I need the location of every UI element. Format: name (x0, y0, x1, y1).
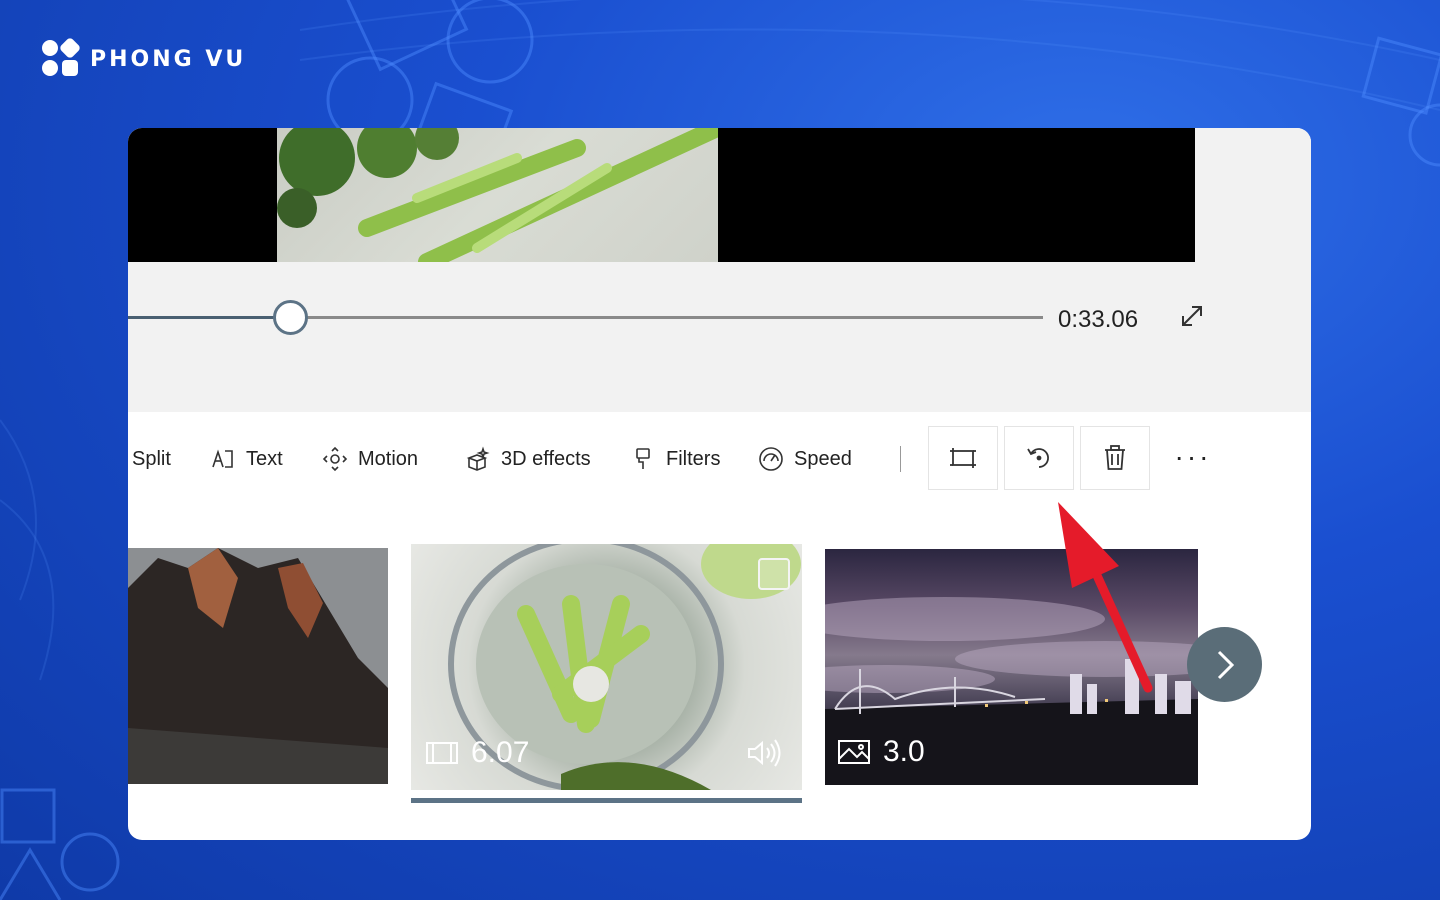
brand-name: PHONG VU (90, 46, 247, 72)
crop-icon (950, 448, 976, 468)
clip-select-checkbox[interactable] (758, 558, 790, 590)
crop-button[interactable] (928, 426, 998, 490)
storyboard: 6.07 3.0 (128, 538, 1311, 838)
clip-duration: 3.0 (837, 735, 925, 769)
expand-icon[interactable] (1178, 302, 1206, 330)
storyboard-clip-video[interactable]: 6.07 (411, 544, 802, 790)
storyboard-clip-city[interactable]: 3.0 (825, 549, 1198, 785)
trash-icon (1105, 445, 1125, 470)
brand-logo: PHONG VU (42, 36, 247, 78)
selected-clip-indicator (411, 798, 802, 803)
toolbar-divider (900, 446, 901, 472)
video-clip-icon (426, 742, 458, 764)
preview-panel: 0:33.06 (128, 128, 1311, 412)
text-button[interactable]: Text (210, 443, 283, 475)
3d-effects-button[interactable]: 3D effects (465, 443, 591, 475)
video-frame-image (277, 128, 718, 262)
more-icon: ··· (1174, 441, 1212, 472)
filters-icon (636, 448, 650, 469)
more-options-button[interactable]: ··· (1168, 432, 1218, 482)
text-label: Text (246, 447, 283, 470)
motion-icon (322, 446, 348, 472)
clip-duration-value: 6.07 (471, 736, 530, 769)
clip-duration: 6.07 (425, 736, 529, 770)
split-button[interactable]: Split (132, 443, 171, 475)
rotate-icon (1027, 448, 1049, 468)
scrub-handle[interactable] (273, 300, 308, 335)
clip-duration-value: 3.0 (883, 735, 925, 768)
3d-effects-icon (466, 446, 490, 471)
storyboard-clip-mountain[interactable] (128, 548, 388, 784)
image-clip-icon (838, 740, 870, 764)
scrub-progress (128, 316, 290, 319)
motion-label: Motion (358, 447, 419, 470)
delete-button[interactable] (1080, 426, 1150, 490)
text-icon (212, 449, 233, 468)
speed-icon (759, 447, 783, 471)
chevron-right-icon (1217, 650, 1234, 679)
playback-time: 0:33.06 (1058, 306, 1139, 333)
storyboard-next-button[interactable] (1187, 627, 1262, 702)
3d-effects-label: 3D effects (501, 447, 591, 470)
speed-button[interactable]: Speed (758, 443, 852, 475)
rotate-button[interactable] (1004, 426, 1074, 490)
video-preview (128, 128, 1195, 262)
motion-button[interactable]: Motion (322, 443, 418, 475)
audio-icon[interactable] (746, 738, 784, 768)
editing-toolbar: Split Text Motion 3D effects Filters Spe… (128, 412, 1311, 506)
brand-icon (42, 36, 82, 78)
speed-label: Speed (794, 447, 852, 470)
filters-button[interactable]: Filters (630, 443, 720, 475)
video-editor-window: 0:33.06 Split Text Motion 3D effects Fil… (128, 128, 1311, 840)
filters-label: Filters (666, 447, 721, 470)
split-label: Split (132, 447, 171, 470)
